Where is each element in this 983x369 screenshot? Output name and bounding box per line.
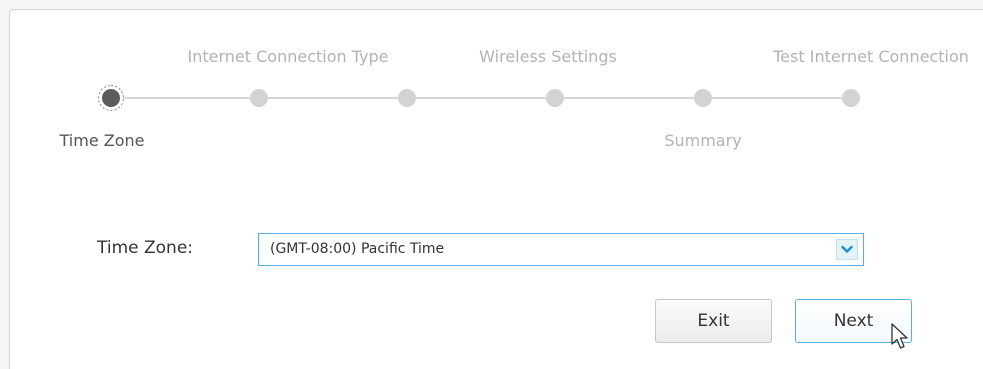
timezone-label: Time Zone: (97, 238, 194, 258)
step-dot-time-zone (102, 89, 120, 107)
exit-button[interactable]: Exit (655, 299, 772, 343)
wizard-progress-track (111, 97, 851, 99)
timezone-select[interactable]: (GMT-08:00) Pacific Time (258, 233, 864, 266)
step-label-test-internet-connection: Test Internet Connection (773, 47, 969, 66)
step-dot-3 (398, 89, 416, 107)
step-dot-4 (546, 89, 564, 107)
mouse-pointer-icon (891, 323, 908, 349)
chevron-down-icon[interactable] (836, 239, 858, 260)
step-label-internet-connection-type: Internet Connection Type (187, 47, 389, 66)
step-label-wireless-settings: Wireless Settings (479, 47, 617, 66)
timezone-select-value: (GMT-08:00) Pacific Time (270, 241, 445, 257)
step-label-summary: Summary (664, 131, 742, 150)
step-label-time-zone: Time Zone (59, 131, 145, 150)
step-dot-5 (694, 89, 712, 107)
step-dot-6 (842, 89, 860, 107)
step-dot-2 (250, 89, 268, 107)
